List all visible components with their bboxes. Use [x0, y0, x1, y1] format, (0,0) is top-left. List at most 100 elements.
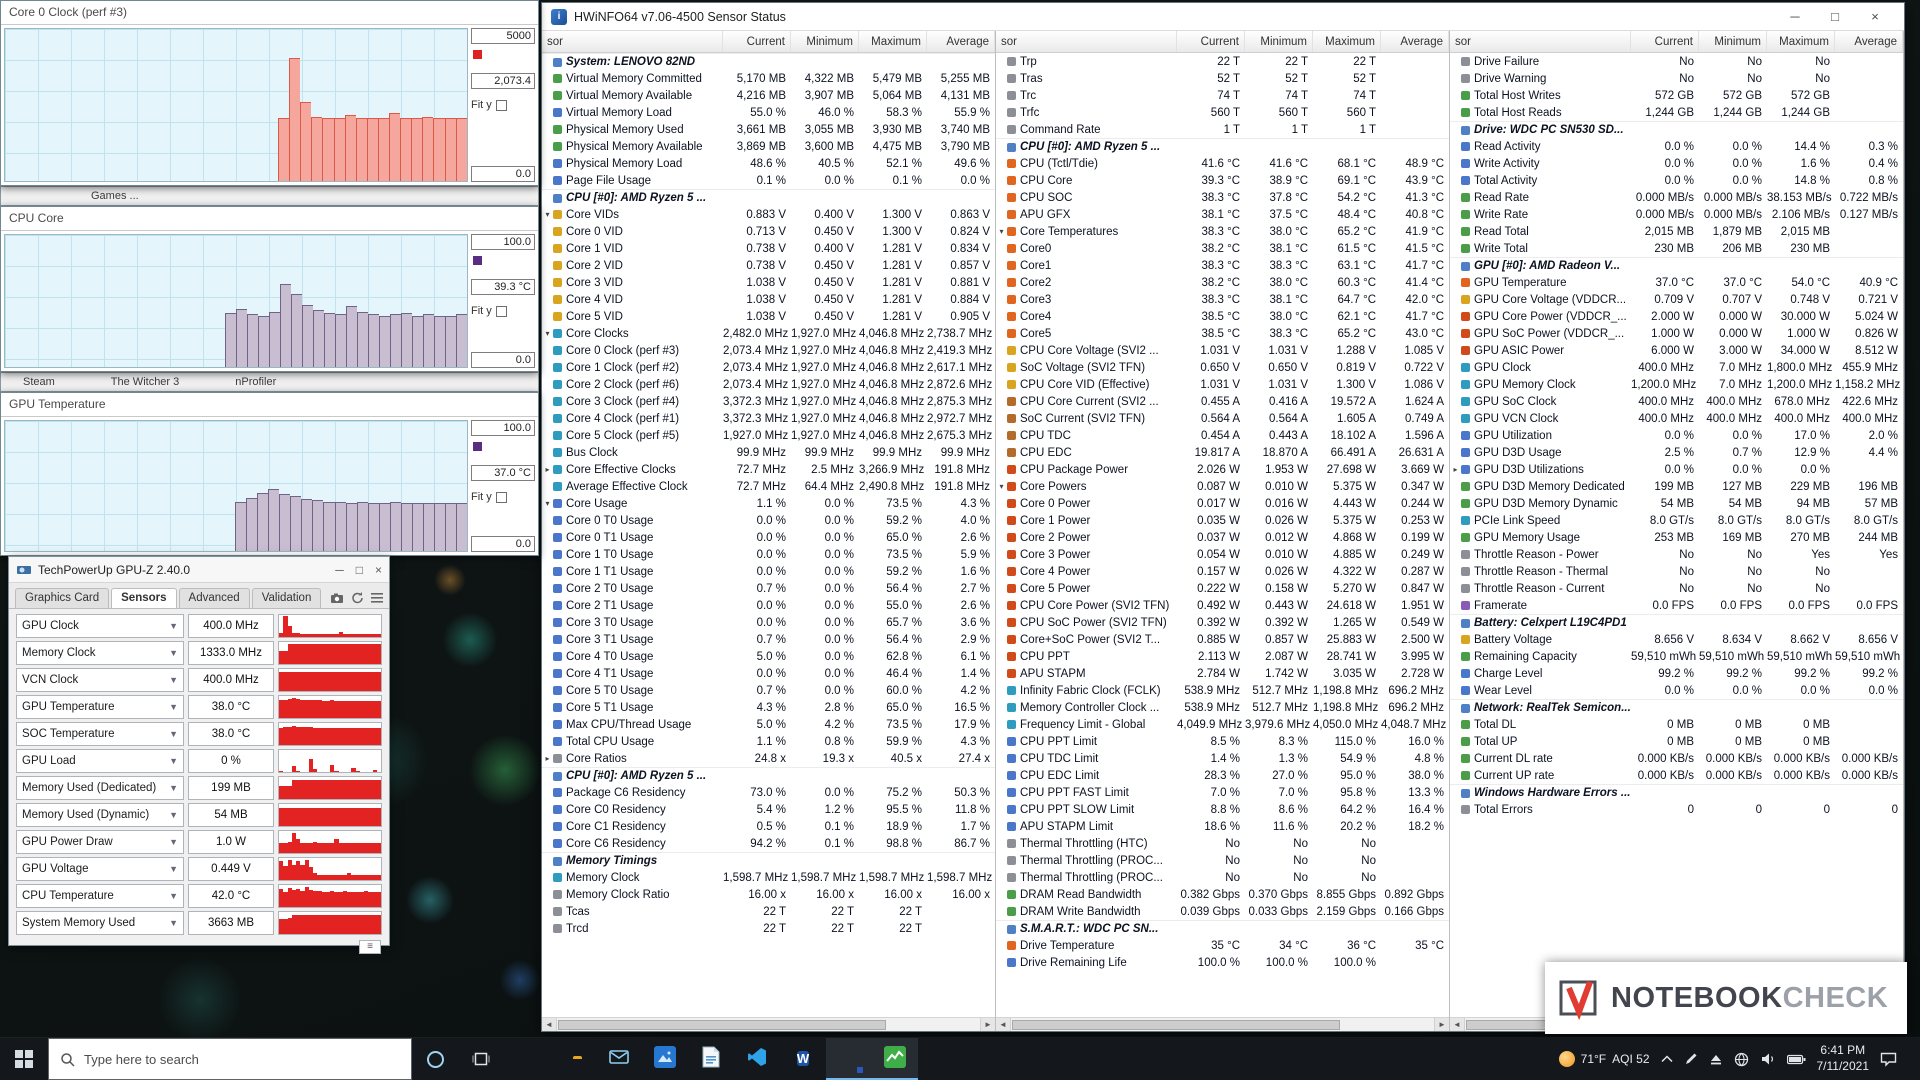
- network-icon[interactable]: [1734, 1052, 1749, 1067]
- hwinfo-window[interactable]: i HWiNFO64 v7.06-4500 Sensor Status ─ □ …: [541, 2, 1905, 1032]
- sensor-row[interactable]: Trp 22 T 22 T 22 T: [996, 53, 1449, 70]
- sensor-row[interactable]: Network: RealTek Semicon...: [1450, 699, 1903, 716]
- sensor-row[interactable]: Core1 38.3 °C 38.3 °C 63.1 °C 41.7 °C: [996, 257, 1449, 274]
- sensor-row[interactable]: ▾ Core Powers 0.087 W 0.010 W 5.375 W 0.…: [996, 478, 1449, 495]
- graph-window-gpu-temperature[interactable]: GPU Temperature 100.0 37.0 °C Fit y 0.0: [0, 392, 539, 556]
- sensor-row[interactable]: Windows Hardware Errors ...: [1450, 784, 1903, 801]
- sensor-row[interactable]: CPU Core VID (Effective) 1.031 V 1.031 V…: [996, 376, 1449, 393]
- sensor-select[interactable]: VCN Clock▼: [16, 668, 184, 692]
- scrollbar-thumb[interactable]: [1012, 1020, 1340, 1030]
- gpuz-tab[interactable]: Advanced: [179, 588, 250, 608]
- scroll-left-icon[interactable]: ◄: [996, 1018, 1011, 1031]
- sensor-row[interactable]: SoC Current (SVI2 TFN) 0.564 A 0.564 A 1…: [996, 410, 1449, 427]
- sensor-row[interactable]: CPU [#0]: AMD Ryzen 5 ...: [542, 189, 995, 206]
- sensor-row[interactable]: CPU Package Power 2.026 W 1.953 W 27.698…: [996, 461, 1449, 478]
- sensor-row[interactable]: ▾ Core VIDs 0.883 V 0.400 V 1.300 V 0.86…: [542, 206, 995, 223]
- sensor-row[interactable]: CPU EDC 19.817 A 18.870 A 66.491 A 26.63…: [996, 444, 1449, 461]
- pen-icon[interactable]: [1684, 1052, 1698, 1066]
- monitor-app-icon[interactable]: [872, 1038, 918, 1080]
- battery-icon[interactable]: [1787, 1054, 1806, 1065]
- gpuz-sensor-row[interactable]: SOC Temperature▼ 38.0 °C: [16, 722, 382, 746]
- sensor-row[interactable]: Core 5 T0 Usage 0.7 % 0.0 % 60.0 % 4.2 %: [542, 682, 995, 699]
- sensor-row[interactable]: Virtual Memory Committed 5,170 MB 4,322 …: [542, 70, 995, 87]
- column-header-average[interactable]: Average: [1381, 31, 1449, 52]
- sensor-row[interactable]: GPU Clock 400.0 MHz 7.0 MHz 1,800.0 MHz …: [1450, 359, 1903, 376]
- sensor-row[interactable]: Core 4 VID 1.038 V 0.450 V 1.281 V 0.884…: [542, 291, 995, 308]
- sensor-row[interactable]: CPU PPT FAST Limit 7.0 % 7.0 % 95.8 % 13…: [996, 784, 1449, 801]
- sensor-select[interactable]: SOC Temperature▼: [16, 722, 184, 746]
- sensor-row[interactable]: Core 5 T1 Usage 4.3 % 2.8 % 65.0 % 16.5 …: [542, 699, 995, 716]
- column-header-average[interactable]: Average: [1835, 31, 1903, 52]
- minimize-icon[interactable]: ─: [1775, 3, 1815, 30]
- sensor-row[interactable]: Core 0 Power 0.017 W 0.016 W 4.443 W 0.2…: [996, 495, 1449, 512]
- gpuz-sensor-row[interactable]: GPU Voltage▼ 0.449 V: [16, 857, 382, 881]
- sensor-row[interactable]: GPU ASIC Power 6.000 W 3.000 W 34.000 W …: [1450, 342, 1903, 359]
- sensor-row[interactable]: Read Activity 0.0 % 0.0 % 14.4 % 0.3 %: [1450, 138, 1903, 155]
- word-app-icon[interactable]: W: [780, 1038, 826, 1080]
- camera-icon[interactable]: [330, 592, 344, 604]
- sensor-row[interactable]: Core2 38.2 °C 38.0 °C 60.3 °C 41.4 °C: [996, 274, 1449, 291]
- sensor-select[interactable]: GPU Voltage▼: [16, 857, 184, 881]
- gpuz-sensor-row[interactable]: Memory Used (Dedicated)▼ 199 MB: [16, 776, 382, 800]
- sensor-row[interactable]: Bus Clock 99.9 MHz 99.9 MHz 99.9 MHz 99.…: [542, 444, 995, 461]
- sensor-row[interactable]: Memory Timings: [542, 852, 995, 869]
- sensor-row[interactable]: Core 3 Clock (perf #4) 3,372.3 MHz 1,927…: [542, 393, 995, 410]
- sensor-select[interactable]: Memory Clock▼: [16, 641, 184, 665]
- column-header-current[interactable]: Current: [723, 31, 791, 52]
- sensor-row[interactable]: Charge Level 99.2 % 99.2 % 99.2 % 99.2 %: [1450, 665, 1903, 682]
- sensor-row[interactable]: GPU Core Power (VDDCR_... 2.000 W 0.000 …: [1450, 308, 1903, 325]
- sensor-row[interactable]: Core0 38.2 °C 38.1 °C 61.5 °C 41.5 °C: [996, 240, 1449, 257]
- sensor-row[interactable]: Core 1 T1 Usage 0.0 % 0.0 % 59.2 % 1.6 %: [542, 563, 995, 580]
- column-header-sensor[interactable]: sor: [542, 31, 723, 52]
- sensor-row[interactable]: Memory Controller Clock ... 538.9 MHz 51…: [996, 699, 1449, 716]
- sensor-row[interactable]: Frequency Limit - Global 4,049.9 MHz 3,9…: [996, 716, 1449, 733]
- sensor-row[interactable]: CPU PPT Limit 8.5 % 8.3 % 115.0 % 16.0 %: [996, 733, 1449, 750]
- sensor-row[interactable]: ▾ Core Clocks 2,482.0 MHz 1,927.0 MHz 4,…: [542, 325, 995, 342]
- sensor-select[interactable]: GPU Load▼: [16, 749, 184, 773]
- sensor-row[interactable]: Thermal Throttling (PROC... No No No: [996, 869, 1449, 886]
- sensor-select[interactable]: Memory Used (Dynamic)▼: [16, 803, 184, 827]
- gpuz-sensor-row[interactable]: GPU Clock▼ 400.0 MHz: [16, 614, 382, 638]
- sensor-row[interactable]: Core 2 T0 Usage 0.7 % 0.0 % 56.4 % 2.7 %: [542, 580, 995, 597]
- sensor-row[interactable]: ▸ Core Ratios 24.8 x 19.3 x 40.5 x 27.4 …: [542, 750, 995, 767]
- sensor-row[interactable]: S.M.A.R.T.: WDC PC SN...: [996, 920, 1449, 937]
- column-header-maximum[interactable]: Maximum: [1313, 31, 1381, 52]
- sensor-row[interactable]: Total Host Writes 572 GB 572 GB 572 GB: [1450, 87, 1903, 104]
- file-explorer-app-icon[interactable]: [550, 1038, 596, 1080]
- sensor-row[interactable]: Core 4 T1 Usage 0.0 % 0.0 % 46.4 % 1.4 %: [542, 665, 995, 682]
- expand-arrow-icon[interactable]: ▾: [996, 227, 1007, 236]
- sensor-row[interactable]: Tras 52 T 52 T 52 T: [996, 70, 1449, 87]
- sensor-row[interactable]: Core 3 VID 1.038 V 0.450 V 1.281 V 0.881…: [542, 274, 995, 291]
- sensor-row[interactable]: Physical Memory Used 3,661 MB 3,055 MB 3…: [542, 121, 995, 138]
- sensor-row[interactable]: Trc 74 T 74 T 74 T: [996, 87, 1449, 104]
- sensor-row[interactable]: PCIe Link Speed 8.0 GT/s 8.0 GT/s 8.0 GT…: [1450, 512, 1903, 529]
- sensor-row[interactable]: CPU PPT 2.113 W 2.087 W 28.741 W 3.995 W: [996, 648, 1449, 665]
- sensor-row[interactable]: CPU [#0]: AMD Ryzen 5 ...: [542, 767, 995, 784]
- refresh-icon[interactable]: [351, 591, 364, 604]
- sensor-row[interactable]: APU GFX 38.1 °C 37.5 °C 48.4 °C 40.8 °C: [996, 206, 1449, 223]
- sensor-row[interactable]: CPU TDC 0.454 A 0.443 A 18.102 A 1.596 A: [996, 427, 1449, 444]
- gpuz-sensor-row[interactable]: CPU Temperature▼ 42.0 °C: [16, 884, 382, 908]
- sensor-row[interactable]: Core 5 Power 0.222 W 0.158 W 5.270 W 0.8…: [996, 580, 1449, 597]
- sensor-row[interactable]: System: LENOVO 82ND: [542, 53, 995, 70]
- sensor-row[interactable]: CPU Core 39.3 °C 38.9 °C 69.1 °C 43.9 °C: [996, 172, 1449, 189]
- task-view-button[interactable]: [458, 1038, 504, 1080]
- scroll-right-icon[interactable]: ►: [980, 1018, 995, 1031]
- sensor-row[interactable]: GPU D3D Memory Dedicated 199 MB 127 MB 2…: [1450, 478, 1903, 495]
- log-toggle-icon[interactable]: ≡: [359, 940, 381, 954]
- sensor-row[interactable]: Core 4 Clock (perf #1) 3,372.3 MHz 1,927…: [542, 410, 995, 427]
- sensor-row[interactable]: Core 2 VID 0.738 V 0.450 V 1.281 V 0.857…: [542, 257, 995, 274]
- column-header-maximum[interactable]: Maximum: [1767, 31, 1835, 52]
- sensor-row[interactable]: CPU Core Power (SVI2 TFN) 0.492 W 0.443 …: [996, 597, 1449, 614]
- search-input[interactable]: Type here to search: [48, 1038, 412, 1080]
- sensor-row[interactable]: Core 0 T0 Usage 0.0 % 0.0 % 59.2 % 4.0 %: [542, 512, 995, 529]
- sensor-row[interactable]: Memory Clock 1,598.7 MHz 1,598.7 MHz 1,5…: [542, 869, 995, 886]
- clock[interactable]: 6:41 PM 7/11/2021: [1817, 1043, 1870, 1074]
- sensor-row[interactable]: CPU TDC Limit 1.4 % 1.3 % 54.9 % 4.8 %: [996, 750, 1449, 767]
- sensor-row[interactable]: CPU SoC Power (SVI2 TFN) 0.392 W 0.392 W…: [996, 614, 1449, 631]
- sensor-row[interactable]: Core 2 T1 Usage 0.0 % 0.0 % 55.0 % 2.6 %: [542, 597, 995, 614]
- sensor-row[interactable]: Battery: Celxpert L19C4PD1: [1450, 614, 1903, 631]
- gpuz-tab[interactable]: Graphics Card: [15, 588, 109, 608]
- sensor-row[interactable]: ▾ Core Usage 1.1 % 0.0 % 73.5 % 4.3 %: [542, 495, 995, 512]
- sensor-row[interactable]: APU STAPM 2.784 W 1.742 W 3.035 W 2.728 …: [996, 665, 1449, 682]
